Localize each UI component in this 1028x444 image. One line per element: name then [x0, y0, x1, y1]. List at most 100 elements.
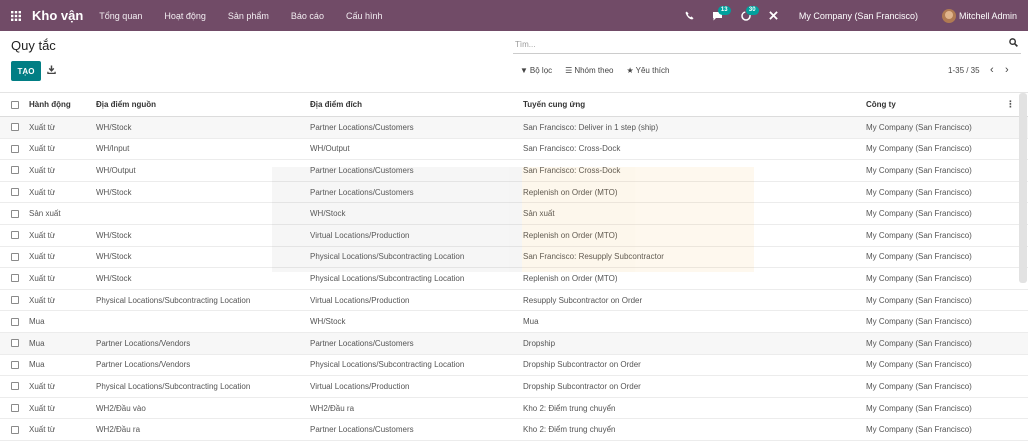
- table-body: Xuất từ WH/Stock Partner Locations/Custome…: [0, 117, 1028, 441]
- pager-next-icon[interactable]: ›: [1005, 64, 1009, 76]
- cell-action: Xuất từ: [29, 165, 56, 175]
- row-checkbox[interactable]: [11, 317, 19, 326]
- table-row[interactable]: Xuất từ WH/Input WH/Output San Francisco: C…: [0, 139, 1028, 161]
- column-header-source[interactable]: Địa điểm nguồn: [96, 93, 156, 116]
- cell-source: Physical Locations/Subcontracting Locati…: [96, 381, 251, 391]
- messages-badge: 13: [717, 6, 731, 15]
- apps-menu-icon[interactable]: [0, 0, 32, 31]
- table-row[interactable]: Xuất từ Physical Locations/Subcontracting…: [0, 290, 1028, 312]
- filter-icon: ▼: [520, 66, 528, 75]
- table-row[interactable]: Sản xuất WH/Stock Sản xuất My Company (San …: [0, 203, 1028, 225]
- cell-action: Xuất từ: [29, 403, 56, 413]
- favorites-label: Yêu thích: [635, 66, 670, 75]
- filter-button[interactable]: ▼ Bộ lọc: [520, 66, 552, 75]
- row-checkbox[interactable]: [11, 404, 19, 413]
- table-row[interactable]: Xuất từ WH2/Đầu vào WH2/Đầu ra Kho 2: Điểm …: [0, 398, 1028, 420]
- cell-company: My Company (San Francisco): [866, 209, 972, 219]
- cell-destination: Partner Locations/Customers: [310, 425, 414, 435]
- cell-company: My Company (San Francisco): [866, 360, 972, 370]
- select-all-checkbox[interactable]: [11, 100, 19, 109]
- cell-destination: Partner Locations/Customers: [310, 165, 414, 175]
- cell-destination: WH/Stock: [310, 317, 346, 327]
- page-title[interactable]: Quy tắc: [11, 38, 56, 53]
- row-checkbox[interactable]: [11, 360, 19, 369]
- cell-action: Xuất từ: [29, 295, 56, 305]
- create-button[interactable]: TẠO: [11, 61, 41, 81]
- app-brand[interactable]: Kho vận: [32, 8, 83, 23]
- download-icon[interactable]: [47, 65, 56, 76]
- row-checkbox[interactable]: [11, 231, 19, 240]
- row-checkbox[interactable]: [11, 382, 19, 391]
- cell-route: Replenish on Order (MTO): [523, 230, 618, 240]
- messages-icon[interactable]: 13: [707, 0, 731, 31]
- table-row[interactable]: Mua Partner Locations/Vendors Partner Loca…: [0, 332, 1028, 355]
- cell-source: WH/Output: [96, 165, 136, 175]
- row-checkbox[interactable]: [11, 296, 19, 305]
- row-checkbox[interactable]: [11, 252, 19, 261]
- user-avatar[interactable]: [941, 8, 956, 23]
- cell-route: Kho 2: Điểm trung chuyển: [523, 425, 616, 435]
- table-row[interactable]: Xuất từ WH2/Đầu ra Partner Locations/Custo…: [0, 419, 1028, 441]
- row-checkbox[interactable]: [11, 188, 19, 197]
- table-row[interactable]: Mua Partner Locations/Vendors Physical Loc…: [0, 355, 1028, 377]
- row-checkbox[interactable]: [11, 425, 19, 434]
- column-header-route[interactable]: Tuyến cung ứng: [523, 93, 585, 116]
- column-header-destination[interactable]: Địa điểm đích: [310, 93, 362, 116]
- cell-action: Xuất từ: [29, 144, 56, 154]
- cell-company: My Company (San Francisco): [866, 122, 972, 132]
- cell-source: WH/Stock: [96, 273, 132, 283]
- cell-source: WH/Stock: [96, 252, 132, 262]
- menu-hoat-dong[interactable]: Hoạt động: [164, 11, 206, 21]
- scrollbar[interactable]: [1019, 93, 1027, 283]
- optional-columns-icon[interactable]: ⋮: [1006, 93, 1015, 116]
- menu-san-pham[interactable]: Sản phẩm: [228, 11, 269, 21]
- table-row[interactable]: Xuất từ WH/Stock Physical Locations/Subcon…: [0, 247, 1028, 269]
- row-checkbox[interactable]: [11, 339, 19, 348]
- cell-route: Resupply Subcontractor on Order: [523, 295, 643, 305]
- pager-value[interactable]: 1-35 / 35: [948, 66, 980, 75]
- row-checkbox[interactable]: [11, 209, 19, 218]
- cell-action: Mua: [29, 317, 45, 327]
- cell-route: Dropship: [523, 338, 556, 348]
- cell-source: WH2/Đầu ra: [96, 425, 141, 435]
- company-switcher[interactable]: My Company (San Francisco): [799, 11, 918, 21]
- row-checkbox[interactable]: [11, 166, 19, 175]
- groupby-button[interactable]: ☰ Nhóm theo: [565, 66, 613, 75]
- table-row[interactable]: Xuất từ WH/Stock Virtual Locations/Product…: [0, 225, 1028, 247]
- list-icon: ☰: [565, 66, 573, 75]
- menu-tong-quan[interactable]: Tổng quan: [99, 11, 142, 21]
- row-checkbox[interactable]: [11, 123, 19, 132]
- menu-cau-hinh[interactable]: Cấu hình: [346, 11, 383, 21]
- debug-close-icon[interactable]: [763, 0, 785, 31]
- cell-action: Xuất từ: [29, 187, 56, 197]
- pager-previous-icon[interactable]: ‹: [990, 64, 994, 76]
- cell-destination: WH/Output: [310, 144, 350, 154]
- search-panel-filters: ▼ Bộ lọc ☰ Nhóm theo ★ Yêu thích: [520, 66, 682, 75]
- cell-company: My Company (San Francisco): [866, 165, 972, 175]
- table-row[interactable]: Xuất từ WH/Stock Physical Locations/Subcon…: [0, 268, 1028, 290]
- phone-icon[interactable]: [679, 0, 701, 31]
- table-row[interactable]: Xuất từ WH/Stock Partner Locations/Custome…: [0, 182, 1028, 204]
- search-icon[interactable]: [1009, 38, 1018, 49]
- table-row[interactable]: Xuất từ WH/Stock Partner Locations/Custome…: [0, 117, 1028, 139]
- cell-action: Xuất từ: [29, 252, 56, 262]
- search-input[interactable]: [515, 36, 995, 52]
- column-header-company[interactable]: Công ty: [866, 93, 896, 116]
- table-row[interactable]: Mua WH/Stock Mua My Company (San Francisco): [0, 311, 1028, 333]
- table-header: Hành động Địa điểm nguồn Địa điểm đích T…: [0, 92, 1028, 117]
- row-checkbox[interactable]: [11, 274, 19, 283]
- cell-route: Dropship Subcontractor on Order: [523, 381, 641, 391]
- favorites-button[interactable]: ★ Yêu thích: [626, 66, 669, 75]
- cell-action: Xuất từ: [29, 381, 56, 391]
- activities-icon[interactable]: 30: [735, 0, 759, 31]
- menu-bao-cao[interactable]: Báo cáo: [291, 11, 324, 21]
- column-header-action[interactable]: Hành động: [29, 93, 71, 116]
- cell-company: My Company (San Francisco): [866, 230, 972, 240]
- filter-label: Bộ lọc: [529, 66, 553, 75]
- cell-destination: Virtual Locations/Production: [310, 381, 410, 391]
- row-checkbox[interactable]: [11, 144, 19, 153]
- table-row[interactable]: Xuất từ Physical Locations/Subcontracting…: [0, 376, 1028, 398]
- user-menu[interactable]: Mitchell Admin: [959, 11, 1017, 21]
- table-row[interactable]: Xuất từ WH/Output Partner Locations/Custom…: [0, 160, 1028, 182]
- cell-destination: Physical Locations/Subcontracting Locati…: [310, 273, 465, 283]
